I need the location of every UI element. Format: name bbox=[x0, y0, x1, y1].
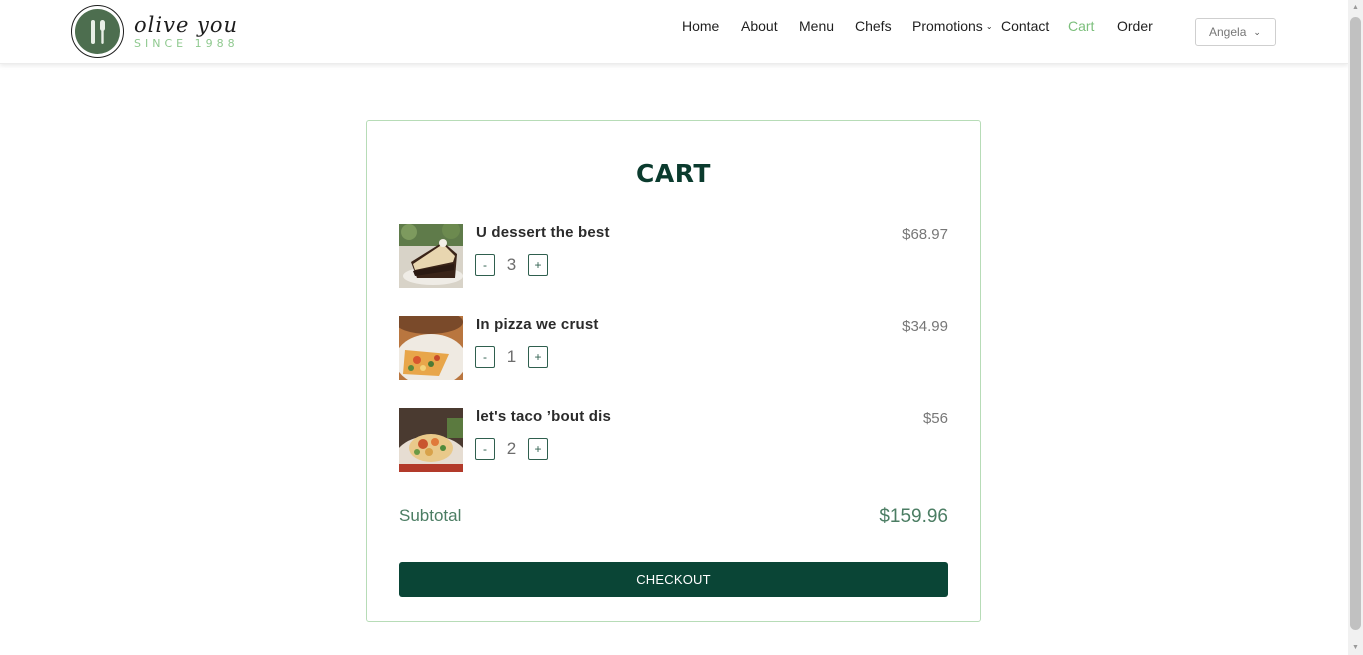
cart-item: let's taco ’bout dis - 2 + $56 bbox=[399, 408, 949, 472]
user-name: Angela bbox=[1209, 25, 1247, 39]
pizza-image bbox=[399, 316, 463, 380]
quantity-stepper: - 3 + bbox=[475, 254, 555, 276]
quantity-stepper: - 1 + bbox=[475, 346, 555, 368]
user-dropdown[interactable]: Angela ⌄ bbox=[1195, 18, 1276, 46]
increase-quantity-button[interactable]: + bbox=[528, 346, 548, 368]
item-name: In pizza we crust bbox=[476, 316, 599, 333]
cart-item: U dessert the best - 3 + $68.97 bbox=[399, 224, 949, 288]
subtotal-label: Subtotal bbox=[399, 506, 462, 525]
decrease-quantity-button[interactable]: - bbox=[475, 346, 495, 368]
nav-contact[interactable]: Contact bbox=[1001, 18, 1049, 34]
chevron-down-icon: ⌄ bbox=[985, 22, 993, 31]
item-name: U dessert the best bbox=[476, 224, 610, 241]
subtotal-value: $159.96 bbox=[879, 506, 948, 527]
quantity-stepper: - 2 + bbox=[475, 438, 555, 460]
dessert-image bbox=[399, 224, 463, 288]
chevron-down-icon: ⌄ bbox=[1253, 26, 1261, 37]
item-price: $34.99 bbox=[902, 318, 948, 335]
logo-badge bbox=[71, 5, 124, 58]
brand-tagline: SINCE 1988 bbox=[134, 36, 239, 50]
nav-menu[interactable]: Menu bbox=[799, 18, 834, 34]
logo-text: olive you SINCE 1988 bbox=[134, 13, 239, 51]
scroll-up-arrow-icon[interactable]: ▲ bbox=[1348, 0, 1363, 15]
increase-quantity-button[interactable]: + bbox=[528, 438, 548, 460]
brand-name: olive you bbox=[134, 12, 239, 37]
decrease-quantity-button[interactable]: - bbox=[475, 438, 495, 460]
brand-logo[interactable]: olive you SINCE 1988 bbox=[71, 5, 239, 58]
scrollbar-thumb[interactable] bbox=[1350, 17, 1361, 630]
nav-chefs[interactable]: Chefs bbox=[855, 18, 892, 34]
nav-order[interactable]: Order bbox=[1117, 18, 1153, 34]
nav-promotions-label: Promotions bbox=[912, 18, 983, 34]
item-name: let's taco ’bout dis bbox=[476, 408, 612, 425]
site-header: olive you SINCE 1988 Home About Menu Che… bbox=[0, 0, 1348, 64]
increase-quantity-button[interactable]: + bbox=[528, 254, 548, 276]
taco-image bbox=[399, 408, 463, 472]
item-price: $68.97 bbox=[902, 226, 948, 243]
item-price: $56 bbox=[922, 410, 948, 427]
quantity-value: 1 bbox=[506, 347, 517, 366]
nav-about[interactable]: About bbox=[741, 18, 778, 34]
checkout-button[interactable]: CHECKOUT bbox=[399, 562, 948, 597]
cart-title: CART bbox=[636, 159, 711, 188]
page-scrollbar[interactable]: ▲ ▼ bbox=[1348, 0, 1363, 655]
quantity-value: 3 bbox=[506, 255, 517, 274]
quantity-value: 2 bbox=[506, 439, 517, 458]
fork-knife-icon bbox=[75, 9, 120, 54]
nav-promotions[interactable]: Promotions ⌄ bbox=[912, 18, 993, 34]
cart-panel: CART U dessert the best - 3 + $68.97 In … bbox=[366, 120, 981, 622]
scroll-down-arrow-icon[interactable]: ▼ bbox=[1348, 640, 1363, 655]
cart-item: In pizza we crust - 1 + $34.99 bbox=[399, 316, 949, 380]
nav-cart[interactable]: Cart bbox=[1068, 18, 1094, 34]
decrease-quantity-button[interactable]: - bbox=[475, 254, 495, 276]
nav-home[interactable]: Home bbox=[682, 18, 719, 34]
